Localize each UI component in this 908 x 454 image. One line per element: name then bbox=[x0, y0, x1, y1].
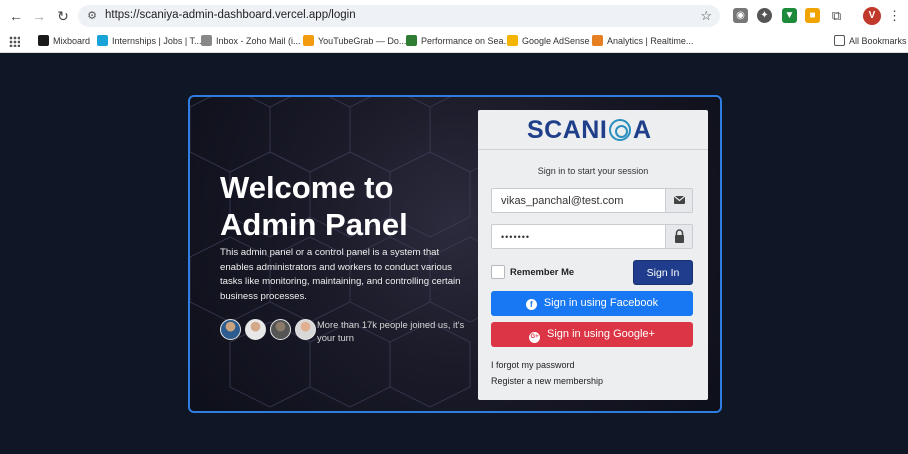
google-plus-icon: G+ bbox=[529, 332, 541, 343]
brand-eye-icon bbox=[609, 119, 631, 141]
bookmark-item[interactable]: Google AdSense bbox=[507, 35, 590, 46]
lock-icon bbox=[665, 225, 692, 248]
sign-in-button[interactable]: Sign In bbox=[633, 260, 693, 285]
register-link[interactable]: Register a new membership bbox=[491, 376, 603, 386]
bookmarks-bar: Mixboard Internships | Jobs | T... Inbox… bbox=[0, 32, 908, 53]
envelope-icon bbox=[665, 189, 692, 212]
apps-grid-icon[interactable] bbox=[9, 36, 20, 47]
facebook-icon: f bbox=[525, 299, 537, 310]
password-field[interactable]: ••••••• bbox=[491, 224, 693, 249]
bookmark-item[interactable]: Inbox - Zoho Mail (i... bbox=[201, 35, 301, 46]
avatar bbox=[220, 319, 241, 340]
browser-menu-icon[interactable]: ⋮ bbox=[888, 8, 901, 24]
address-bar[interactable]: ⚙ https://scaniya-admin-dashboard.vercel… bbox=[78, 5, 720, 27]
email-value[interactable]: vikas_panchal@test.com bbox=[501, 195, 623, 207]
hero-panel: Welcome to Admin Panel This admin panel … bbox=[190, 97, 480, 411]
login-box: SCANI A Sign in to start your session vi… bbox=[478, 110, 708, 400]
bookmark-item[interactable]: Mixboard bbox=[38, 35, 90, 46]
shield-extension-icon[interactable]: ▼ bbox=[782, 8, 797, 23]
password-value[interactable]: ••••••• bbox=[501, 232, 530, 242]
email-field[interactable]: vikas_panchal@test.com bbox=[491, 188, 693, 213]
puzzle-icon[interactable]: ⧉ bbox=[829, 8, 844, 23]
remember-label[interactable]: Remember Me bbox=[510, 266, 574, 277]
site-info-icon[interactable]: ⚙ bbox=[85, 9, 99, 23]
bookmark-item[interactable]: Analytics | Realtime... bbox=[592, 35, 693, 46]
adsense-icon bbox=[507, 35, 518, 46]
extension-icon[interactable]: ■ bbox=[805, 8, 820, 23]
facebook-signin-button[interactable]: f Sign in using Facebook bbox=[491, 291, 693, 316]
login-card: Welcome to Admin Panel This admin panel … bbox=[188, 95, 722, 413]
brand-name-right: A bbox=[633, 116, 652, 144]
bookmark-item[interactable]: Internships | Jobs | T... bbox=[97, 35, 202, 46]
forgot-password-link[interactable]: I forgot my password bbox=[491, 360, 575, 370]
bookmark-item[interactable]: YouTubeGrab — Do... bbox=[303, 35, 406, 46]
camera-icon[interactable]: ◉ bbox=[733, 8, 748, 23]
browser-toolbar: ← → ↻ ⚙ https://scaniya-admin-dashboard.… bbox=[0, 0, 908, 32]
reload-icon[interactable]: ↻ bbox=[54, 7, 72, 25]
analytics-icon bbox=[592, 35, 603, 46]
brand-logo: SCANI A bbox=[478, 110, 708, 150]
bookmark-item[interactable]: Performance on Sea... bbox=[406, 35, 511, 46]
avatar bbox=[270, 319, 291, 340]
joined-text: More than 17k people joined us, it's you… bbox=[317, 319, 465, 343]
avatar bbox=[245, 319, 266, 340]
hero-description: This admin panel or a control panel is a… bbox=[220, 247, 461, 302]
remember-checkbox[interactable] bbox=[491, 265, 505, 279]
brand-name-left: SCANI bbox=[527, 116, 608, 144]
forward-icon[interactable]: → bbox=[30, 7, 48, 25]
avatar bbox=[295, 319, 316, 340]
folder-icon bbox=[834, 35, 845, 46]
bookmark-star-icon[interactable]: ☆ bbox=[700, 8, 712, 24]
mixboard-icon bbox=[38, 35, 49, 46]
hero-title: Welcome to Admin Panel bbox=[220, 170, 408, 242]
profile-avatar[interactable]: V bbox=[863, 7, 881, 25]
youtubegrab-icon bbox=[303, 35, 314, 46]
mail-icon bbox=[201, 35, 212, 46]
all-bookmarks[interactable]: All Bookmarks bbox=[834, 35, 907, 46]
back-icon[interactable]: ← bbox=[7, 7, 25, 25]
session-message: Sign in to start your session bbox=[537, 166, 649, 176]
url-text[interactable]: https://scaniya-admin-dashboard.vercel.a… bbox=[105, 9, 356, 21]
internshala-icon bbox=[97, 35, 108, 46]
google-signin-button[interactable]: G+ Sign in using Google+ bbox=[491, 322, 693, 347]
user-avatars bbox=[220, 319, 320, 341]
compass-extension-icon[interactable]: ✦ bbox=[757, 8, 772, 23]
search-console-icon bbox=[406, 35, 417, 46]
